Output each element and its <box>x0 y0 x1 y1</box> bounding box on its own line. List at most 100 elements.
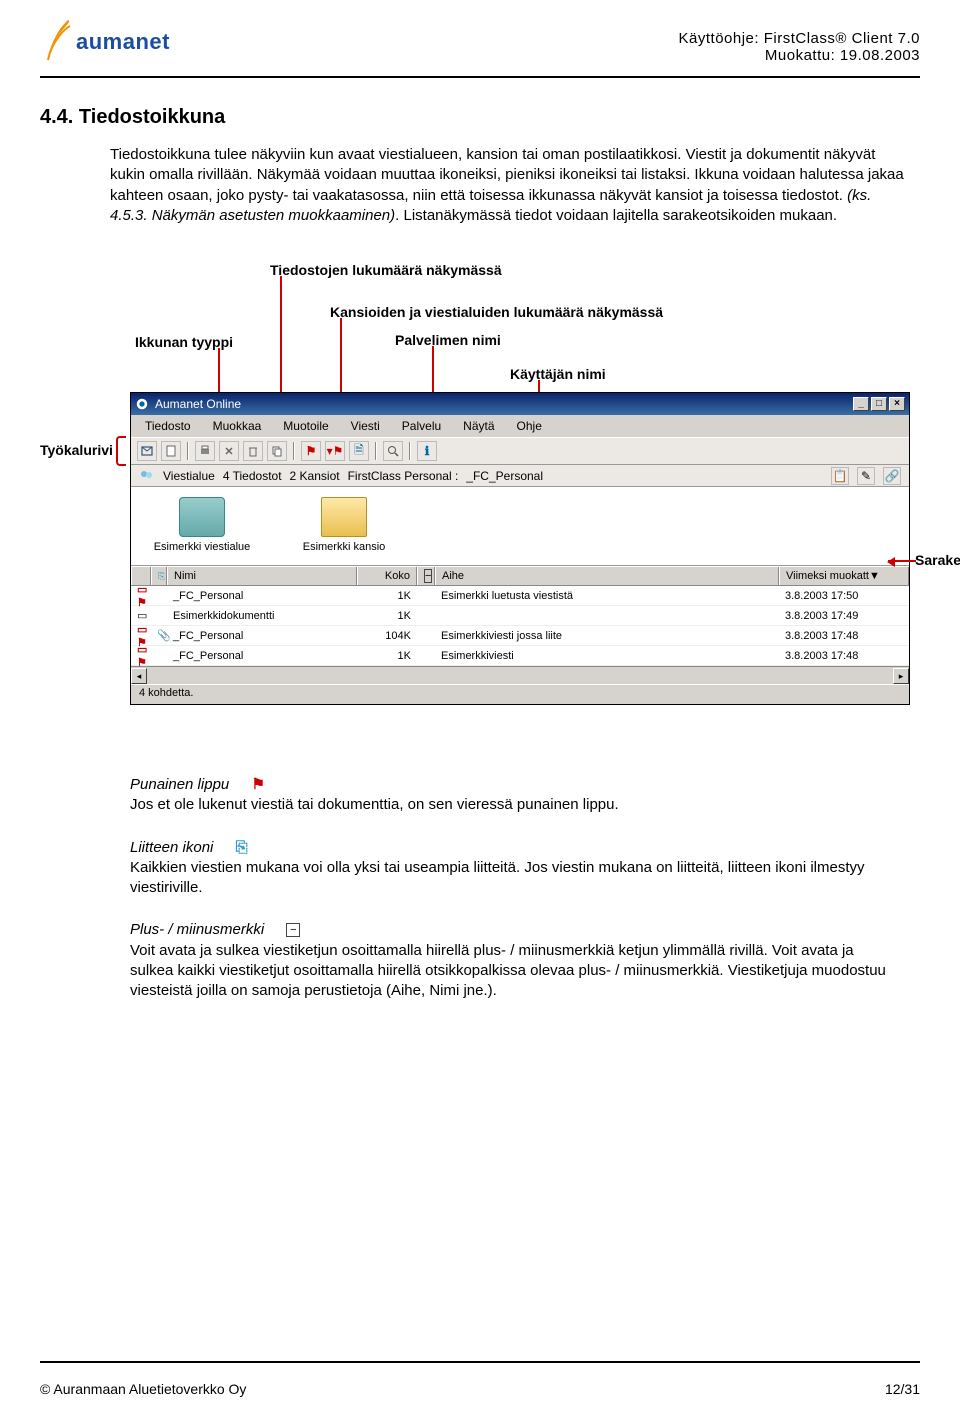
name-cell: _FC_Personal <box>167 648 357 664</box>
section-heading: 4.4. Tiedostoikkuna <box>40 106 920 129</box>
toolbar-button[interactable]: ▾⚑ <box>325 441 345 461</box>
attachment-icon: ⎘ <box>236 838 248 858</box>
app-icon <box>135 397 149 411</box>
copy-icon <box>271 445 283 457</box>
legend-title: Plus- / miinusmerkki <box>130 920 264 940</box>
subj-cell <box>435 614 779 618</box>
scroll-right-button[interactable]: ▸ <box>893 668 909 684</box>
area-icon[interactable]: Esimerkki viestialue <box>147 497 257 553</box>
arrow-icon <box>888 560 916 562</box>
size-cell: 104K <box>357 628 417 644</box>
att-cell: 📎 <box>151 627 167 644</box>
toolbar-button[interactable] <box>161 441 181 461</box>
view-button[interactable]: 📋 <box>831 467 849 485</box>
folder-icon-item[interactable]: Esimerkki kansio <box>289 497 399 553</box>
status-line: Viestialue 4 Tiedostot 2 Kansiot FirstCl… <box>131 465 909 487</box>
pm-cell <box>417 594 435 598</box>
date-cell: 3.8.2003 17:48 <box>779 628 909 644</box>
brand-logo: aumanet <box>40 20 170 64</box>
toolbar-button[interactable] <box>137 441 157 461</box>
window-screenshot: Työkalurivi Aumanet Online _ □ × Tiedost… <box>130 392 910 705</box>
scrollbar-horizontal[interactable]: ◂ ▸ <box>131 666 909 684</box>
legend-body: Kaikkien viestien mukana voi olla yksi t… <box>130 859 865 896</box>
toolbar-button[interactable] <box>267 441 287 461</box>
separator <box>293 442 295 460</box>
footer-page: 12/31 <box>885 1381 920 1397</box>
brand-name: aumanet <box>76 29 170 55</box>
toolbar-button[interactable] <box>383 441 403 461</box>
col-plusminus[interactable]: − <box>417 567 435 585</box>
size-cell: 1K <box>357 648 417 664</box>
legend-item-plusminus: Plus- / miinusmerkki − Voit avata ja sul… <box>130 920 890 1001</box>
edit-button[interactable]: ✎ <box>857 467 875 485</box>
toolbar-button[interactable]: 🗎 <box>349 441 369 461</box>
icon-label: Esimerkki kansio <box>303 541 386 553</box>
subj-cell: Esimerkkiviesti <box>435 648 779 664</box>
col-size[interactable]: Koko <box>357 567 417 585</box>
flag-cell: ▭ ⚑ <box>131 581 151 611</box>
doc-icon <box>165 445 177 457</box>
subj-cell: Esimerkki luetusta viestistä <box>435 588 779 604</box>
flag-icon: ⚑ <box>251 775 264 795</box>
menu-item[interactable]: Viesti <box>347 418 384 434</box>
col-name[interactable]: Nimi <box>167 567 357 585</box>
trash-icon <box>247 445 259 457</box>
menu-item[interactable]: Ohje <box>513 418 546 434</box>
scroll-left-button[interactable]: ◂ <box>131 668 147 684</box>
pm-cell <box>417 654 435 658</box>
pm-cell <box>417 634 435 638</box>
close-button[interactable]: × <box>889 397 905 411</box>
menu-item[interactable]: Muotoile <box>279 418 332 434</box>
search-icon <box>387 445 399 457</box>
table-row[interactable]: ▭ ⚑ _FC_Personal 1K Esimerkkiviesti 3.8.… <box>131 646 909 666</box>
label-kansioiden: Kansioiden ja viestialuiden lukumäärä nä… <box>330 304 663 320</box>
label-tiedostojen: Tiedostojen lukumäärä näkymässä <box>270 262 502 278</box>
conference-icon <box>179 497 225 537</box>
date-cell: 3.8.2003 17:50 <box>779 588 909 604</box>
menu-item[interactable]: Palvelu <box>398 418 445 434</box>
toolbar-button[interactable] <box>195 441 215 461</box>
menu-item[interactable]: Muokkaa <box>209 418 266 434</box>
toolbar-button[interactable]: ⚑ <box>301 441 321 461</box>
table-row[interactable]: ▭ ⚑ _FC_Personal 1K Esimerkki luetusta v… <box>131 586 909 606</box>
legend-title: Punainen lippu <box>130 775 229 795</box>
toolbar-button[interactable] <box>219 441 239 461</box>
minimize-button[interactable]: _ <box>853 397 869 411</box>
icon-label: Esimerkki viestialue <box>154 541 251 553</box>
legend-section: Punainen lippu ⚑ Jos et ole lukenut vies… <box>130 775 890 1001</box>
toolbar-button[interactable] <box>243 441 263 461</box>
maximize-button[interactable]: □ <box>871 397 887 411</box>
legend-title: Liitteen ikoni <box>130 838 213 858</box>
size-cell: 1K <box>357 588 417 604</box>
window-title: Aumanet Online <box>155 397 241 411</box>
mail-icon <box>141 445 153 457</box>
name-cell: Esimerkkidokumentti <box>167 608 357 624</box>
menu-item[interactable]: Näytä <box>459 418 498 434</box>
col-date[interactable]: Viimeksi muokatt ▼ <box>779 567 909 585</box>
size-cell: 1K <box>357 608 417 624</box>
separator <box>187 442 189 460</box>
att-cell <box>151 654 167 658</box>
icon-pane: Esimerkki viestialue Esimerkki kansio <box>131 487 909 566</box>
section-body: Tiedostoikkuna tulee näkyviin kun avaat … <box>110 145 910 226</box>
table-row[interactable]: ▭ ⚑ 📎 _FC_Personal 104K Esimerkkiviesti … <box>131 626 909 646</box>
statusbar: 4 kohdetta. <box>131 684 909 704</box>
user-name: _FC_Personal <box>466 469 543 483</box>
legend-body: Voit avata ja sulkea viestiketjun osoitt… <box>130 942 886 1000</box>
page-footer: © Auranmaan Aluetietoverkko Oy 12/31 <box>40 1381 920 1397</box>
legend-item-flag: Punainen lippu ⚑ Jos et ole lukenut vies… <box>130 775 890 816</box>
folder-icon <box>321 497 367 537</box>
doc-title: Käyttöohje: FirstClass® Client 7.0 <box>679 30 920 47</box>
titlebar[interactable]: Aumanet Online _ □ × <box>131 393 909 415</box>
body-text: Tiedostoikkuna tulee näkyviin kun avaat … <box>110 146 904 204</box>
menu-item[interactable]: Tiedosto <box>141 418 195 434</box>
link-button[interactable]: 🔗 <box>883 467 901 485</box>
table-row[interactable]: ▭ Esimerkkidokumentti 1K 3.8.2003 17:49 <box>131 606 909 626</box>
col-subject[interactable]: Aihe <box>435 567 779 585</box>
toolbar-button[interactable]: ℹ <box>417 441 437 461</box>
cut-icon <box>223 445 235 457</box>
col-attachment[interactable]: ⎘ <box>151 567 167 585</box>
file-count: 4 Tiedostot <box>223 469 282 483</box>
date-cell: 3.8.2003 17:48 <box>779 648 909 664</box>
swoosh-icon <box>40 20 76 64</box>
